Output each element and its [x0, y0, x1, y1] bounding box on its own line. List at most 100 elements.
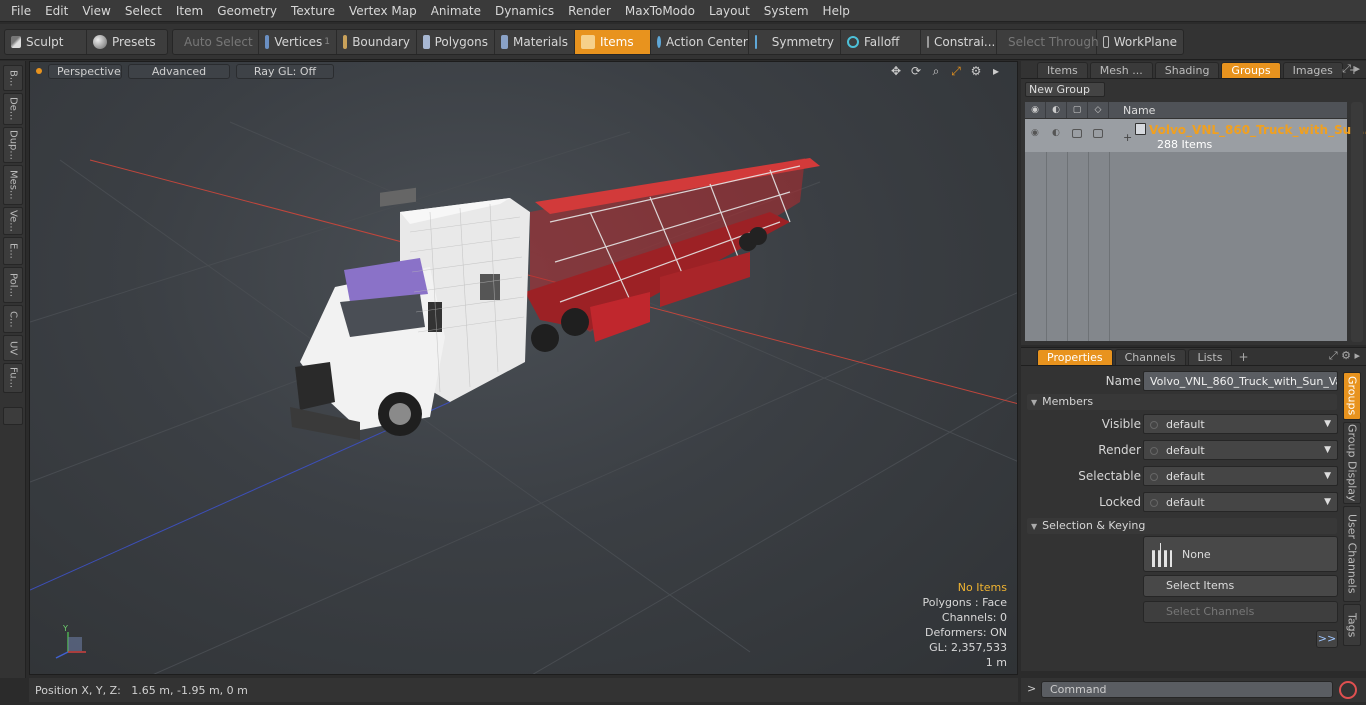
vtab-user-channels[interactable]: User Channels — [1343, 506, 1361, 602]
expand-more-button[interactable]: >> — [1316, 630, 1338, 648]
add-properties-tab-icon[interactable]: + — [1234, 349, 1252, 365]
groups-panel: Items Mesh ... Shading Groups Images + ⤢ ▸ Ne… — [1021, 61, 1366, 345]
raygl-toggle[interactable]: Ray GL: Off — [236, 63, 334, 79]
vertices-button[interactable]: Vertices 1 — [259, 29, 337, 54]
members-section[interactable]: ▼ Members — [1027, 394, 1337, 410]
menu-maxtomodo[interactable]: MaxToModo — [618, 0, 702, 22]
left-tab-5[interactable]: E... — [3, 237, 23, 265]
left-tab-0[interactable]: B... — [3, 65, 23, 91]
tab-properties[interactable]: Properties — [1037, 349, 1113, 365]
tab-shading[interactable]: Shading — [1154, 62, 1220, 78]
left-tab-1[interactable]: De... — [3, 93, 23, 125]
constraints-button[interactable]: Constrai... — [921, 29, 997, 54]
action-center-button[interactable]: Action Center — [651, 29, 749, 54]
vtab-groups[interactable]: Groups — [1343, 372, 1361, 420]
polygons-button[interactable]: Polygons — [417, 29, 495, 54]
menu-view[interactable]: View — [75, 0, 117, 22]
menu-edit[interactable]: Edit — [38, 0, 75, 22]
view-mode-dropdown[interactable]: Perspective — [48, 63, 122, 79]
command-input[interactable]: Command — [1041, 681, 1333, 698]
workplane-button[interactable]: WorkPlane — [1097, 30, 1183, 54]
visible-toggle-icon[interactable]: ◉ — [1031, 128, 1039, 138]
left-strip-toggle-button[interactable] — [3, 407, 23, 425]
tab-groups[interactable]: Groups — [1221, 62, 1281, 78]
pan-icon[interactable]: ✥ — [889, 64, 903, 78]
rotate-icon[interactable]: ⟳ — [909, 64, 923, 78]
record-icon[interactable] — [1339, 681, 1357, 699]
vtab-group-display[interactable]: Group Display — [1343, 422, 1361, 504]
materials-button[interactable]: Materials — [495, 29, 575, 54]
left-tab-3[interactable]: Mes... — [3, 165, 23, 205]
shading-mode-dropdown[interactable]: Advanced — [128, 63, 230, 79]
visible-dropdown[interactable]: default ▼ — [1143, 414, 1338, 434]
zoom-icon[interactable]: ⌕ — [929, 64, 943, 78]
tab-mesh-[interactable]: Mesh ... — [1089, 62, 1153, 78]
expand-group-icon[interactable]: + — [1123, 131, 1132, 144]
render-icon[interactable]: ◐ — [1046, 102, 1067, 118]
left-tab-9[interactable]: Fu... — [3, 363, 23, 393]
select-icon[interactable]: ◇ — [1088, 102, 1109, 118]
symmetry-button[interactable]: Symmetry — [749, 29, 841, 54]
tab-channels[interactable]: Channels — [1114, 349, 1186, 365]
menu-item[interactable]: Item — [169, 0, 210, 22]
tab-items[interactable]: Items — [1037, 62, 1088, 78]
maximize-icon[interactable]: ⤢ — [949, 64, 963, 78]
menu-vertex-map[interactable]: Vertex Map — [342, 0, 424, 22]
left-tab-7[interactable]: C... — [3, 305, 23, 333]
menu-animate[interactable]: Animate — [424, 0, 488, 22]
falloff-button[interactable]: Falloff — [841, 29, 921, 54]
groups-list[interactable]: ◉ ◐ + Volvo_VNL_860_Truck_with_Su ... 28… — [1025, 119, 1366, 341]
menu-geometry[interactable]: Geometry — [210, 0, 284, 22]
render-dropdown[interactable]: default ▼ — [1143, 440, 1338, 460]
tab-images[interactable]: Images — [1282, 62, 1343, 78]
groups-scrollbar[interactable] — [1351, 102, 1363, 342]
expand-panel-icon[interactable]: ⤢ ▸ — [1342, 62, 1360, 76]
properties-expand-icon[interactable]: ⤢ ⚙ ▸ — [1329, 349, 1360, 363]
boundary-button[interactable]: Boundary — [337, 29, 417, 54]
sculpt-button[interactable]: Sculpt — [5, 29, 87, 54]
gear-icon[interactable]: ⚙ — [969, 64, 983, 78]
render-toggle-icon[interactable]: ◐ — [1052, 128, 1060, 138]
lock-icon[interactable]: ▢ — [1067, 102, 1088, 118]
menu-help[interactable]: Help — [816, 0, 857, 22]
viewport-menu-dot[interactable] — [36, 68, 42, 74]
menu-file[interactable]: File — [4, 0, 38, 22]
vtab-tags[interactable]: Tags — [1343, 604, 1361, 646]
presets-button[interactable]: Presets — [87, 30, 167, 54]
locked-dropdown[interactable]: default ▼ — [1143, 492, 1338, 512]
select-through-button[interactable]: Select Through — [997, 29, 1099, 54]
chevron-down-icon: ▼ — [1324, 419, 1331, 429]
new-group-button[interactable]: New Group — [1025, 82, 1105, 97]
3d-viewport[interactable]: Y Perspective Advanced Ray GL: Off ✥ ⟳ ⌕… — [29, 61, 1018, 675]
select-channels-button[interactable]: Select Channels — [1143, 601, 1338, 623]
left-tab-6[interactable]: Pol... — [3, 267, 23, 303]
left-tab-2[interactable]: Dup... — [3, 127, 23, 163]
chevron-right-icon[interactable]: ▸ — [989, 64, 1003, 78]
vertices-count: 1 — [324, 36, 330, 47]
items-button[interactable]: Items — [575, 29, 651, 54]
eye-icon[interactable]: ◉ — [1025, 102, 1046, 118]
selection-keying-section[interactable]: ▼ Selection & Keying — [1027, 518, 1337, 534]
menu-layout[interactable]: Layout — [702, 0, 757, 22]
select-items-button[interactable]: Select Items — [1143, 575, 1338, 597]
menu-dynamics[interactable]: Dynamics — [488, 0, 561, 22]
left-tab-4[interactable]: Ve... — [3, 207, 23, 235]
group-name-field[interactable]: Volvo_VNL_860_Truck_with_Sun_Valle — [1143, 371, 1338, 391]
auto-select-button[interactable]: Auto Select — [173, 29, 259, 54]
dropdown-value: default — [1166, 444, 1205, 457]
left-tab-8[interactable]: UV — [3, 335, 23, 361]
name-column-header[interactable]: Name — [1123, 104, 1155, 117]
select-toggle-icon[interactable] — [1093, 129, 1103, 138]
menu-render[interactable]: Render — [561, 0, 618, 22]
vertices-icon — [265, 34, 270, 49]
group-name[interactable]: Volvo_VNL_860_Truck_with_Su ... — [1149, 123, 1366, 137]
menu-system[interactable]: System — [757, 0, 816, 22]
menu-texture[interactable]: Texture — [284, 0, 342, 22]
lock-toggle-icon[interactable] — [1072, 129, 1082, 138]
none-button[interactable]: None — [1143, 536, 1338, 572]
menu-select[interactable]: Select — [118, 0, 169, 22]
selectable-dropdown[interactable]: default ▼ — [1143, 466, 1338, 486]
tab-lists[interactable]: Lists — [1187, 349, 1233, 365]
group-row[interactable]: ◉ ◐ + Volvo_VNL_860_Truck_with_Su ... 28… — [1025, 119, 1366, 152]
groups-panel-tabs: Items Mesh ... Shading Groups Images + — [1021, 61, 1366, 79]
